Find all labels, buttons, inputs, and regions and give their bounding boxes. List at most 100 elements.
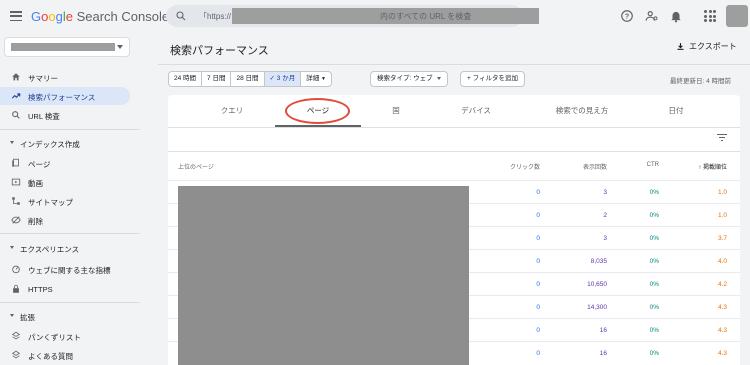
filter-rows-icon[interactable]: [717, 134, 727, 142]
impressions-cell: 14,300: [587, 304, 607, 311]
position-cell: 1.0: [717, 212, 727, 219]
sidebar-item-https[interactable]: HTTPS: [0, 280, 130, 298]
position-cell: 1.0: [717, 189, 727, 196]
export-button[interactable]: エクスポート: [676, 41, 737, 52]
google-wordmark: Google: [31, 9, 73, 24]
date-option-more[interactable]: 詳細 ▼: [301, 72, 331, 86]
breadcrumb-icon: [11, 331, 21, 340]
collapse-caret-icon: [10, 141, 14, 144]
sidebar-item-label: ウェブに関する主な指標: [28, 266, 111, 275]
date-option-label: 3 か月: [276, 75, 296, 82]
apps-grid-icon[interactable]: [704, 10, 716, 22]
sidebar-item-sitemaps[interactable]: サイトマップ: [0, 192, 130, 210]
clicks-cell: 0: [536, 235, 540, 242]
sidebar-item-label: パンくずリスト: [28, 333, 81, 342]
sidebar-item-label: 削除: [28, 217, 43, 226]
sidebar-item-breadcrumbs[interactable]: パンくずリスト: [0, 327, 130, 345]
check-icon: ✓: [269, 75, 277, 82]
position-cell: 4.3: [717, 327, 727, 334]
last-updated-text: 最終更新日: 4 時間前: [670, 78, 732, 85]
sidebar-item-performance[interactable]: 検索パフォーマンス: [0, 87, 130, 105]
sidebar-item-video[interactable]: 動画: [0, 173, 130, 191]
sidebar-item-removals[interactable]: 削除: [0, 211, 130, 229]
date-option-24h[interactable]: 24 時間: [169, 72, 203, 86]
section-indexing[interactable]: インデックス作成: [0, 137, 140, 151]
date-option-label: 詳細: [306, 75, 320, 82]
sidebar-item-label: よくある質問: [28, 352, 73, 361]
tab-search-appearance[interactable]: 検索での見え方: [532, 95, 632, 126]
sidebar-item-faq[interactable]: よくある質問: [0, 346, 130, 364]
section-title: エクスペリエンス: [20, 245, 80, 254]
property-selector[interactable]: [4, 37, 130, 57]
column-header-clicks[interactable]: クリック数: [510, 162, 540, 171]
collapse-caret-icon: [10, 246, 14, 249]
column-header-ctr[interactable]: CTR: [647, 162, 659, 168]
redacted-page-urls: [178, 186, 469, 365]
performance-table-card: クエリ ページ 国 デバイス 検索での見え方 日付 上位のページ クリック数 表…: [168, 95, 740, 365]
section-title: 拡張: [20, 313, 35, 322]
column-header-impressions[interactable]: 表示回数: [583, 162, 607, 171]
column-header-page[interactable]: 上位のページ: [178, 162, 214, 171]
redacted-property-name: [11, 43, 115, 51]
position-cell: 4.0: [717, 258, 727, 265]
home-icon: [12, 73, 20, 81]
dropdown-icon: ▼: [321, 76, 326, 82]
pages-icon: [12, 158, 19, 167]
clicks-cell: 0: [536, 212, 540, 219]
column-header-label: 掲載順位: [702, 165, 727, 171]
impressions-cell: 3: [603, 235, 607, 242]
tab-devices[interactable]: デバイス: [448, 95, 504, 126]
date-option-7d[interactable]: 7 日間: [202, 72, 232, 86]
sidebar-item-label: サマリー: [28, 74, 58, 83]
url-inspect-search[interactable]: 「https:// 内のすべての URL を検査: [166, 5, 539, 27]
sidebar-item-url-inspection[interactable]: URL 検査: [0, 106, 130, 124]
sidebar-item-label: サイトマップ: [28, 198, 73, 207]
lock-icon: [13, 284, 19, 293]
sidebar: サマリー 検索パフォーマンス URL 検査 インデックス作成 ページ 動画 サイ…: [0, 33, 140, 365]
date-option-28d[interactable]: 28 日間: [231, 72, 265, 86]
clicks-cell: 0: [536, 304, 540, 311]
divider: [168, 127, 740, 128]
ctr-cell: 0%: [649, 189, 659, 196]
hamburger-menu-icon[interactable]: [10, 10, 22, 22]
ctr-cell: 0%: [649, 235, 659, 242]
tab-countries[interactable]: 国: [368, 95, 424, 126]
clicks-cell: 0: [536, 281, 540, 288]
add-filter-button[interactable]: + フィルタを追加: [460, 71, 525, 87]
sidebar-item-summary[interactable]: サマリー: [0, 68, 130, 86]
date-option-3m[interactable]: ✓ 3 か月: [264, 72, 302, 86]
clicks-cell: 0: [536, 189, 540, 196]
sidebar-item-pages[interactable]: ページ: [0, 154, 130, 172]
vitals-icon: [12, 265, 20, 274]
clicks-cell: 0: [536, 327, 540, 334]
tab-queries[interactable]: クエリ: [196, 95, 268, 126]
position-cell: 4.2: [717, 281, 727, 288]
impressions-cell: 2: [603, 212, 607, 219]
avatar[interactable]: [726, 5, 748, 27]
tab-dates[interactable]: 日付: [648, 95, 704, 126]
removal-icon: [11, 216, 21, 224]
position-cell: 4.3: [717, 304, 727, 311]
section-experience[interactable]: エクスペリエンス: [0, 242, 140, 256]
chevron-down-icon: [117, 45, 123, 49]
app-logo[interactable]: Google Search Console: [31, 9, 169, 24]
divider: [158, 64, 750, 65]
search-type-filter[interactable]: 検索タイプ: ウェブ: [370, 71, 448, 87]
sidebar-item-core-web-vitals[interactable]: ウェブに関する主な指標: [0, 260, 130, 278]
ctr-cell: 0%: [649, 281, 659, 288]
divider: [0, 302, 140, 303]
product-name: Search Console: [76, 9, 170, 24]
top-bar: Google Search Console 「https:// 内のすべての U…: [0, 0, 750, 33]
ctr-cell: 0%: [649, 350, 659, 357]
impressions-cell: 8,035: [590, 258, 607, 265]
search-suffix: 内のすべての URL を検査: [380, 12, 472, 21]
notifications-bell-icon[interactable]: [669, 9, 683, 23]
column-header-position[interactable]: ↑ 掲載順位: [698, 162, 727, 171]
section-enhancements[interactable]: 拡張: [0, 310, 140, 324]
position-cell: 3.7: [717, 235, 727, 242]
account-settings-icon[interactable]: [645, 9, 659, 23]
position-cell: 4.3: [717, 350, 727, 357]
chip-label: 検索タイプ: ウェブ: [377, 75, 433, 82]
help-icon[interactable]: ?: [620, 9, 634, 23]
chevron-down-icon: [436, 76, 441, 80]
